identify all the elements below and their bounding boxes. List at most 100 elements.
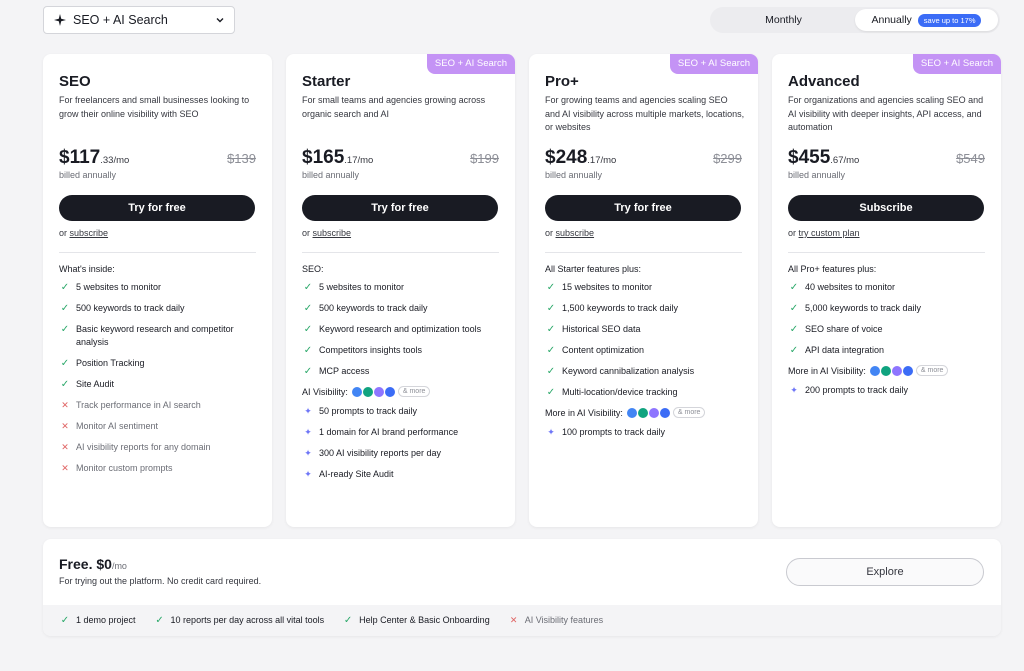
product-select[interactable]: SEO + AI Search xyxy=(43,6,235,34)
billing-period-toggle: Monthly Annually save up to 17% xyxy=(710,7,1000,33)
check-icon: ✓ xyxy=(789,282,799,293)
perplexity-icon xyxy=(891,365,902,376)
feature-item: ✓ API data integration xyxy=(788,344,991,358)
plan-cta-button[interactable]: Subscribe xyxy=(788,195,984,221)
plan-card-seo: SEO For freelancers and small businesses … xyxy=(43,54,272,527)
sparkle-icon: ✦ xyxy=(790,385,798,395)
feature-item: ✕ Monitor custom prompts xyxy=(59,462,262,476)
feature-item: ✓ 40 websites to monitor xyxy=(788,281,991,295)
check-icon: ✓ xyxy=(789,345,799,356)
feature-item: ✕ Track performance in AI search xyxy=(59,399,262,413)
feature-item: ✕ AI Visibility features xyxy=(508,614,603,628)
feature-text: 300 AI visibility reports per day xyxy=(319,448,442,458)
feature-text: 1 domain for AI brand performance xyxy=(319,427,459,437)
billing-note: billed annually xyxy=(302,170,360,180)
alt-action-prefix: or xyxy=(545,228,556,238)
explore-button[interactable]: Explore xyxy=(786,558,984,586)
divider xyxy=(788,252,985,253)
top-controls: SEO + AI Search Monthly Annually save up … xyxy=(0,0,1024,48)
feature-item: ✓ 5 websites to monitor xyxy=(302,281,505,295)
alt-action-link[interactable]: subscribe xyxy=(556,228,595,238)
old-price: $549 xyxy=(956,151,985,166)
price-row: $165.17/mo $199 xyxy=(302,147,499,171)
check-icon: ✓ xyxy=(155,614,164,626)
feature-item: ✦ 300 AI visibility reports per day xyxy=(302,447,505,461)
feature-text: 500 keywords to track daily xyxy=(319,303,428,313)
feature-text: 100 prompts to track daily xyxy=(562,427,666,437)
plan-name: Advanced xyxy=(788,73,860,90)
plan-card-pro: SEO + AI Search Pro+ For growing teams and… xyxy=(529,54,758,527)
check-icon: ✓ xyxy=(60,282,70,293)
alt-action: or subscribe xyxy=(59,228,108,238)
feature-text: 1 demo project xyxy=(76,614,136,625)
check-icon: ✓ xyxy=(60,303,70,314)
billing-note: billed annually xyxy=(59,170,117,180)
ai-visibility-header: AI Visibility: & more xyxy=(302,386,505,397)
feature-section-title: What's inside: xyxy=(59,264,115,274)
price-value: $165 xyxy=(302,147,345,168)
check-icon: ✓ xyxy=(789,324,799,335)
feature-item: ✓ 500 keywords to track daily xyxy=(302,302,505,316)
plan-cta-button[interactable]: Try for free xyxy=(302,195,498,221)
gemini-icon xyxy=(659,407,670,418)
free-plan-per: /mo xyxy=(111,561,127,571)
feature-text: Keyword research and optimization tools xyxy=(319,324,482,334)
feature-text: 5 websites to monitor xyxy=(76,282,162,292)
cross-icon: ✕ xyxy=(509,614,518,625)
feature-text: Multi-location/device tracking xyxy=(562,387,678,397)
feature-text: 10 reports per day across all vital tool… xyxy=(170,614,325,625)
feature-item: ✓ Help Center & Basic Onboarding xyxy=(342,614,490,628)
feature-text: Content optimization xyxy=(562,345,645,355)
feature-item: ✓ Site Audit xyxy=(59,378,262,392)
plan-cta-button[interactable]: Try for free xyxy=(59,195,255,221)
feature-item: ✕ AI visibility reports for any domain xyxy=(59,441,262,455)
feature-item: ✦ 50 prompts to track daily xyxy=(302,405,505,419)
plan-cta-button[interactable]: Try for free xyxy=(545,195,741,221)
feature-item: ✓ Basic keyword research and competitor a… xyxy=(59,323,262,350)
alt-action: or subscribe xyxy=(302,228,351,238)
feature-item: ✓ Competitors insights tools xyxy=(302,344,505,358)
google-icon xyxy=(626,407,637,418)
feature-text: 200 prompts to track daily xyxy=(805,385,909,395)
feature-item: ✓ 1,500 keywords to track daily xyxy=(545,302,748,316)
feature-item: ✓ 500 keywords to track daily xyxy=(59,302,262,316)
billing-annual-label: Annually xyxy=(871,14,912,26)
feature-text: Competitors insights tools xyxy=(319,345,423,355)
alt-action-link[interactable]: subscribe xyxy=(313,228,352,238)
feature-item: ✓ 5 websites to monitor xyxy=(59,281,262,295)
sparkle-icon xyxy=(54,14,66,26)
sparkle-icon: ✦ xyxy=(304,448,312,458)
check-icon: ✓ xyxy=(546,303,556,314)
check-icon: ✓ xyxy=(343,614,353,626)
cross-icon: ✕ xyxy=(61,463,69,473)
sparkle-icon: ✦ xyxy=(304,427,312,437)
check-icon: ✓ xyxy=(789,303,799,314)
feature-item: ✦ 200 prompts to track daily xyxy=(788,384,991,398)
check-icon: ✓ xyxy=(60,379,70,390)
plan-description: For small teams and agencies growing acr… xyxy=(302,95,486,119)
billing-monthly-option[interactable]: Monthly xyxy=(712,9,855,31)
alt-action-link[interactable]: try custom plan xyxy=(799,228,860,238)
feature-text: API data integration xyxy=(805,345,885,355)
free-plan-name: Free. xyxy=(59,556,93,572)
free-plan-card: Free. $0/mo For trying out the platform.… xyxy=(43,539,1001,636)
feature-text: Position Tracking xyxy=(76,358,145,368)
feature-list: All Pro+ features plus: ✓ 40 websites to m… xyxy=(788,264,991,405)
billing-annual-option[interactable]: Annually save up to 17% xyxy=(855,9,998,31)
feature-item: ✓ SEO share of voice xyxy=(788,323,991,337)
alt-action-prefix: or xyxy=(59,228,70,238)
price-cents: .67/mo xyxy=(830,155,860,166)
more-engines-pill: & more xyxy=(672,407,706,418)
feature-text: Site Audit xyxy=(76,379,115,389)
alt-action-link[interactable]: subscribe xyxy=(70,228,109,238)
check-icon: ✓ xyxy=(303,303,313,314)
plan-name: SEO xyxy=(59,73,91,90)
check-icon: ✓ xyxy=(546,387,556,398)
product-select-label: SEO + AI Search xyxy=(73,13,168,27)
feature-text: Monitor custom prompts xyxy=(76,463,173,473)
feature-section-title: All Starter features plus: xyxy=(545,264,642,274)
old-price: $139 xyxy=(227,151,256,166)
feature-text: Monitor AI sentiment xyxy=(76,421,159,431)
feature-item: ✦ 100 prompts to track daily xyxy=(545,426,748,440)
ai-engine-icons xyxy=(351,386,396,397)
